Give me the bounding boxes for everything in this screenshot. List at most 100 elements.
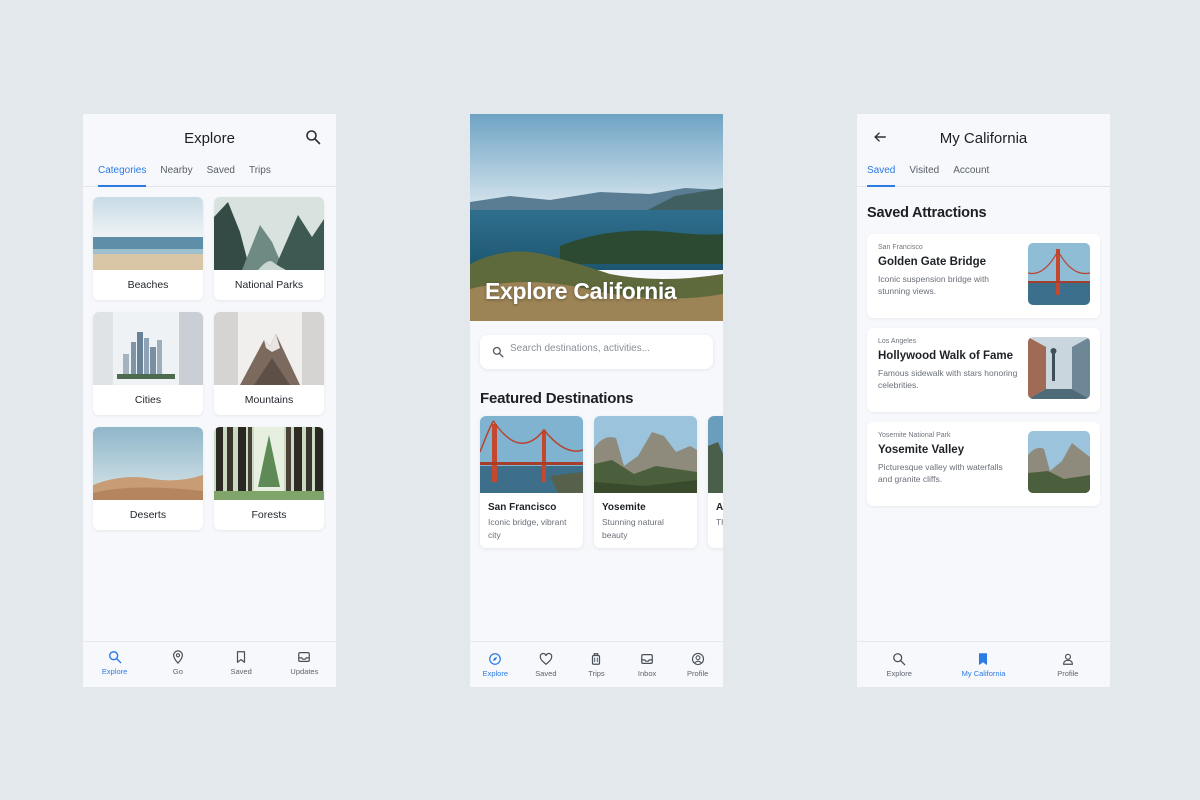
my-california-screen: My California Saved Visited Account Save… xyxy=(857,114,1110,687)
destination-name: San Francisco xyxy=(488,502,557,513)
nav-label: Saved xyxy=(535,669,557,678)
category-label: Beaches xyxy=(127,279,169,291)
tab-categories[interactable]: Categories xyxy=(98,162,147,187)
nav-profile[interactable]: Profile xyxy=(672,642,723,687)
featured-destinations-carousel[interactable]: San Francisco Iconic bridge, vibrant cit… xyxy=(480,416,723,548)
attraction-name: Golden Gate Bridge xyxy=(878,256,986,268)
map-pin-icon xyxy=(172,650,183,664)
home-screen: Explore California Featured Destinations… xyxy=(470,114,723,687)
category-label: National Parks xyxy=(234,279,304,291)
search-icon[interactable] xyxy=(305,129,321,145)
heart-icon xyxy=(539,652,553,666)
destination-desc: Stunning natural beauty xyxy=(602,517,664,540)
attraction-location: Los Angeles xyxy=(878,338,917,345)
mountain-image xyxy=(214,312,324,385)
search-icon xyxy=(893,653,906,666)
bottom-nav: Explore Go Saved Updates xyxy=(83,641,336,687)
nav-label: Explore xyxy=(482,669,509,678)
nav-explore[interactable]: Explore xyxy=(83,642,146,687)
nav-explore[interactable]: Explore xyxy=(857,642,941,687)
tab-nearby[interactable]: Nearby xyxy=(160,162,192,186)
inbox-icon xyxy=(641,654,653,664)
destination-name: A xyxy=(716,502,723,513)
category-card-beaches[interactable]: Beaches xyxy=(93,197,203,300)
nav-go[interactable]: Go xyxy=(146,642,209,687)
nav-trips[interactable]: Trips xyxy=(571,642,622,687)
nav-updates[interactable]: Updates xyxy=(273,642,336,687)
destination-desc: Iconic bridge, vibrant city xyxy=(488,517,567,540)
compass-icon xyxy=(489,653,502,665)
destination-card-yosemite[interactable]: Yosemite Stunning natural beauty xyxy=(594,416,697,548)
hollywood-thumbnail xyxy=(1028,337,1090,399)
nav-label: Explore xyxy=(886,669,912,678)
category-label: Forests xyxy=(251,509,287,521)
nav-label: Updates xyxy=(290,667,319,676)
category-label: Mountains xyxy=(244,394,294,406)
tab-visited[interactable]: Visited xyxy=(909,162,939,186)
nav-inbox[interactable]: Inbox xyxy=(622,642,673,687)
section-heading: Saved Attractions xyxy=(867,205,987,221)
nav-saved[interactable]: Saved xyxy=(521,642,572,687)
section-heading: Featured Destinations xyxy=(480,390,634,407)
search-bar[interactable] xyxy=(480,335,713,369)
attraction-location: Yosemite National Park xyxy=(878,432,951,439)
search-icon xyxy=(492,346,504,358)
hero-title: Explore California xyxy=(485,278,677,304)
destination-card-partial[interactable]: A Th ar xyxy=(708,416,723,548)
tab-saved[interactable]: Saved xyxy=(207,162,235,186)
golden-gate-image xyxy=(480,416,583,493)
tab-bar: Saved Visited Account xyxy=(857,162,1110,187)
search-input[interactable] xyxy=(510,343,705,354)
nav-saved[interactable]: Saved xyxy=(210,642,273,687)
nav-label: Profile xyxy=(687,669,709,678)
bookmark-icon xyxy=(237,651,246,663)
national-parks-image xyxy=(214,197,324,270)
attraction-desc: Iconic suspension bridge with stunning v… xyxy=(878,273,990,297)
category-card-forests[interactable]: Forests xyxy=(214,427,324,530)
saved-attractions-list: San Francisco Golden Gate Bridge Iconic … xyxy=(867,234,1100,516)
nav-label: Profile xyxy=(1057,669,1079,678)
category-grid: Beaches National Parks Cities Mountains … xyxy=(93,197,326,530)
category-label: Cities xyxy=(134,394,162,406)
attraction-desc: Picturesque valley with waterfalls and g… xyxy=(878,461,1003,485)
page-title: Explore xyxy=(184,130,235,147)
forest-image xyxy=(214,427,324,500)
category-card-national-parks[interactable]: National Parks xyxy=(214,197,324,300)
attraction-location: San Francisco xyxy=(878,244,923,251)
nav-label: My California xyxy=(961,669,1006,678)
attraction-name: Yosemite Valley xyxy=(878,444,965,456)
bookmark-icon xyxy=(979,653,988,665)
nav-label: Go xyxy=(172,667,183,676)
explore-screen: Explore Categories Nearby Saved Trips Be… xyxy=(83,114,336,687)
attraction-card-yosemite[interactable]: Yosemite National Park Yosemite Valley P… xyxy=(867,422,1100,506)
desert-image xyxy=(93,427,203,500)
tab-trips[interactable]: Trips xyxy=(249,162,271,186)
nav-label: Explore xyxy=(101,667,128,676)
destination-desc: Th ar xyxy=(716,517,723,527)
attraction-card-hollywood[interactable]: Los Angeles Hollywood Walk of Fame Famou… xyxy=(867,328,1100,412)
attraction-card-golden-gate[interactable]: San Francisco Golden Gate Bridge Iconic … xyxy=(867,234,1100,318)
profile-icon xyxy=(1062,653,1073,665)
destination-card-san-francisco[interactable]: San Francisco Iconic bridge, vibrant cit… xyxy=(480,416,583,548)
yosemite-thumbnail xyxy=(1028,431,1090,493)
city-image xyxy=(93,312,203,385)
nav-my-california[interactable]: My California xyxy=(941,642,1025,687)
attraction-name: Hollywood Walk of Fame xyxy=(878,350,1014,362)
nav-explore[interactable]: Explore xyxy=(470,642,521,687)
nav-label: Inbox xyxy=(637,669,657,678)
beach-image xyxy=(93,197,203,270)
tab-account[interactable]: Account xyxy=(953,162,989,186)
golden-gate-thumbnail xyxy=(1028,243,1090,305)
header: My California xyxy=(857,114,1110,162)
tab-saved[interactable]: Saved xyxy=(867,162,896,187)
category-card-deserts[interactable]: Deserts xyxy=(93,427,203,530)
nav-profile[interactable]: Profile xyxy=(1026,642,1110,687)
page-title: My California xyxy=(939,130,1028,147)
yosemite-image xyxy=(594,416,697,493)
nav-label: Trips xyxy=(588,669,605,678)
category-card-cities[interactable]: Cities xyxy=(93,312,203,415)
header: Explore xyxy=(83,114,336,162)
category-card-mountains[interactable]: Mountains xyxy=(214,312,324,415)
hero-banner: Explore California xyxy=(470,114,723,321)
nav-label: Saved xyxy=(230,667,252,676)
